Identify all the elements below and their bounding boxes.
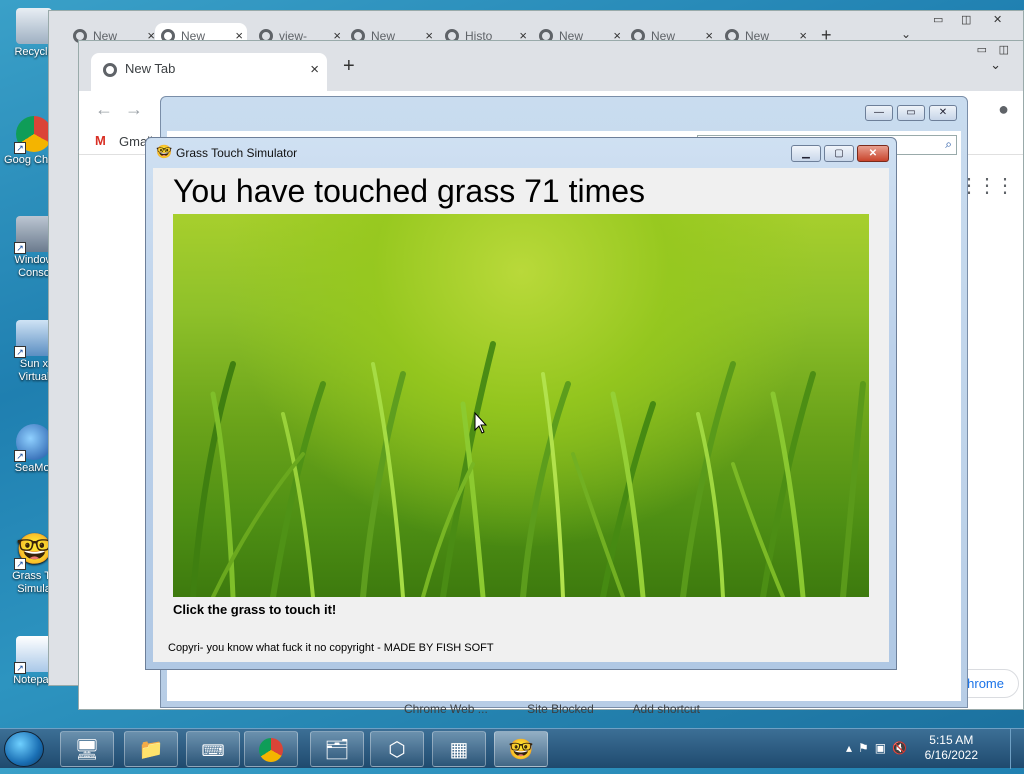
nerd-face-icon: 🤓 xyxy=(156,144,173,159)
taskbar-control-panel[interactable]: ▦ xyxy=(432,731,486,767)
shortcut-arrow-icon: ↗ xyxy=(14,558,26,570)
window-title: Grass Touch Simulator xyxy=(176,146,298,160)
tab-bar: New Tab × + ⌄ ▭ ◫ xyxy=(79,41,1023,91)
shortcut-chrome-web-store[interactable]: Chrome Web ... xyxy=(404,702,488,716)
maximize-button[interactable]: ▭ xyxy=(897,105,925,121)
taskbar-folder[interactable]: 🗂 xyxy=(310,731,364,767)
shortcut-links: Chrome Web ... Site Blocked Add shortcut xyxy=(404,702,736,716)
recycle-bin-icon xyxy=(16,8,52,44)
taskbar-server-manager[interactable]: 🖥 xyxy=(60,731,114,767)
taskbar-virtualbox[interactable]: ⬡ xyxy=(370,731,424,767)
mouse-cursor-icon xyxy=(474,412,488,434)
shortcut-arrow-icon: ↗ xyxy=(14,662,26,674)
grass-touch-simulator-window: 🤓 Grass Touch Simulator ▁ ▢ ✕ You have t… xyxy=(145,137,897,670)
search-icon[interactable]: ⌕ xyxy=(945,137,952,152)
chrome-tab-icon xyxy=(103,63,117,77)
new-tab-plus-icon[interactable]: + xyxy=(343,55,355,78)
minimize-button[interactable]: — xyxy=(865,105,893,121)
clock-date: 6/16/2022 xyxy=(924,748,978,762)
virtualbox-icon: ↗ xyxy=(14,320,52,358)
instruction-text: Click the grass to touch it! xyxy=(173,602,337,617)
chevron-up-icon[interactable]: ▴ xyxy=(846,741,858,755)
touch-counter-heading: You have touched grass 71 times xyxy=(173,173,646,209)
volume-muted-icon[interactable]: 🔇 xyxy=(892,741,913,755)
window-client-area: You have touched grass 71 times Click th… xyxy=(153,168,889,662)
shortcut-site-blocked[interactable]: Site Blocked xyxy=(527,702,594,716)
server-icon: ↗ xyxy=(14,216,52,254)
virtualbox-icon: ⬡ xyxy=(388,739,406,761)
minimize-icon[interactable]: ▭ xyxy=(977,43,987,56)
nerd-face-icon: 🤓 ↗ xyxy=(14,533,54,570)
clock-time: 5:15 AM xyxy=(929,733,974,747)
grass-image[interactable] xyxy=(173,214,869,597)
network-icon[interactable]: ▣ xyxy=(875,741,892,755)
gmail-icon: M xyxy=(95,133,106,148)
copyright-footer: Copyri- you know what fuck it no copyrig… xyxy=(168,642,494,654)
minimize-button[interactable]: ▁ xyxy=(791,145,821,162)
taskbar-chrome[interactable] xyxy=(244,731,298,767)
start-button[interactable] xyxy=(4,731,44,767)
forward-arrow-icon[interactable]: → xyxy=(125,99,143,120)
chevron-down-icon[interactable]: ⌄ xyxy=(990,57,1001,73)
shortcut-add[interactable]: Add shortcut xyxy=(633,702,700,716)
shortcut-arrow-icon: ↗ xyxy=(14,346,26,358)
taskbar-grass-simulator[interactable]: 🤓 xyxy=(494,731,548,767)
back-arrow-icon[interactable]: ← xyxy=(95,99,113,120)
shortcut-arrow-icon: ↗ xyxy=(14,242,26,254)
clock[interactable]: 5:15 AM 6/16/2022 xyxy=(925,733,978,763)
maximize-icon[interactable]: ◫ xyxy=(961,13,971,26)
system-tray: ▴⚑▣🔇 xyxy=(846,741,913,755)
control-panel-icon: ▦ xyxy=(449,739,469,761)
flag-icon[interactable]: ⚑ xyxy=(858,741,875,755)
chevron-down-icon[interactable]: ⌄ xyxy=(901,27,911,41)
close-button[interactable]: ✕ xyxy=(857,145,889,162)
folder-icon: 🗂 xyxy=(324,739,350,761)
close-icon[interactable]: ✕ xyxy=(993,13,1002,26)
profile-icon[interactable]: ● xyxy=(998,99,1009,120)
notepad-icon: ↗ xyxy=(14,636,52,674)
nerd-face-icon: 🤓 xyxy=(508,739,534,761)
shortcut-arrow-icon: ↗ xyxy=(14,450,26,462)
maximize-button[interactable]: ▢ xyxy=(824,145,854,162)
tab-new-tab[interactable]: New Tab × xyxy=(91,53,327,91)
close-button[interactable]: ✕ xyxy=(929,105,957,121)
server-manager-icon: 🖥 xyxy=(74,739,100,761)
title-bar: 🤓 Grass Touch Simulator ▁ ▢ ✕ xyxy=(146,138,896,164)
explorer-icon: 📁 xyxy=(138,739,164,761)
taskbar-powershell[interactable]: ⌨ xyxy=(186,731,240,767)
taskbar: 🖥 📁 ⌨ 🗂 ⬡ ▦ 🤓 ▴⚑▣🔇 5:15 AM 6/16/2022 xyxy=(0,728,1024,769)
close-icon[interactable]: × xyxy=(310,61,319,78)
seamonkey-icon: ↗ xyxy=(14,424,52,462)
shortcut-arrow-icon: ↗ xyxy=(14,142,26,154)
tab-label: New Tab xyxy=(125,61,176,76)
maximize-icon[interactable]: ◫ xyxy=(999,43,1009,56)
show-desktop-button[interactable] xyxy=(1010,729,1024,769)
powershell-icon: ⌨ xyxy=(201,743,225,760)
chrome-icon: ↗ xyxy=(14,116,52,154)
grass-blades-graphic xyxy=(190,341,866,597)
customize-chrome-label: hrome xyxy=(967,676,1004,691)
minimize-icon[interactable]: ▭ xyxy=(933,13,943,26)
chrome-icon xyxy=(259,738,283,762)
taskbar-explorer[interactable]: 📁 xyxy=(124,731,178,767)
